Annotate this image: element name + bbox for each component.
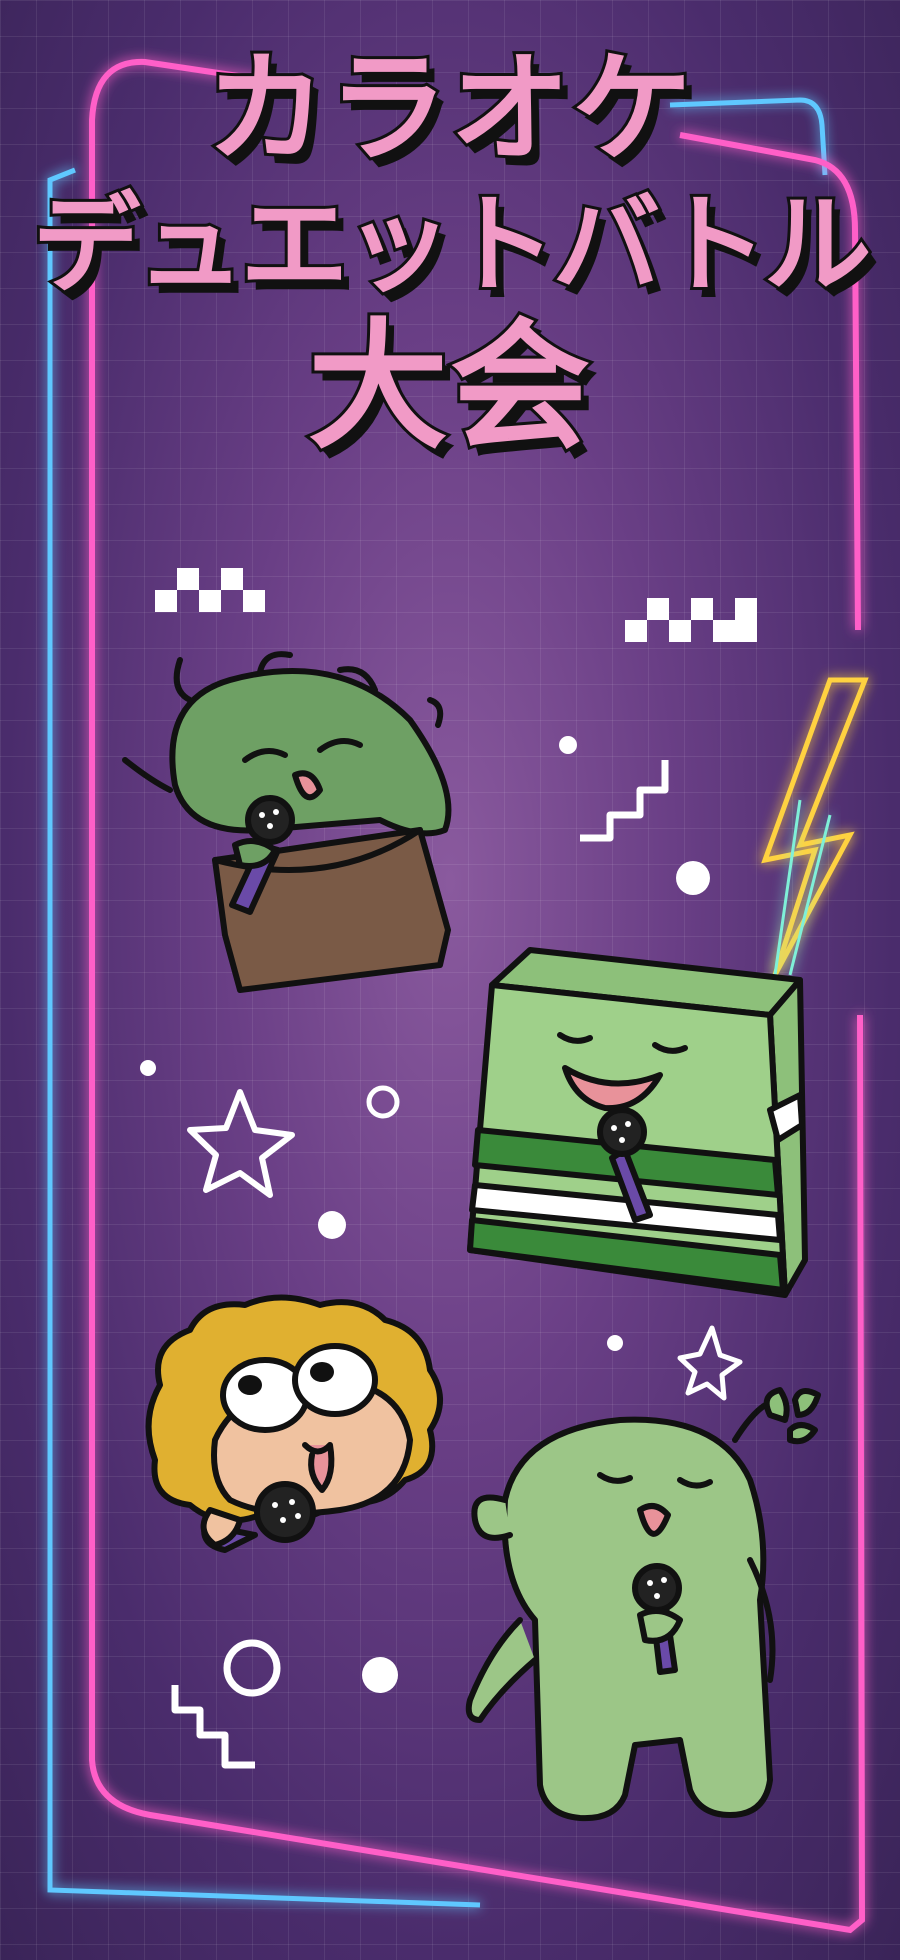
characters bbox=[122, 651, 821, 1822]
curly-hair-singer bbox=[145, 1294, 443, 1553]
green-blob-singer bbox=[465, 1387, 821, 1822]
striped-box-singer bbox=[467, 947, 808, 1298]
cactus-in-pot-singer bbox=[122, 651, 452, 993]
